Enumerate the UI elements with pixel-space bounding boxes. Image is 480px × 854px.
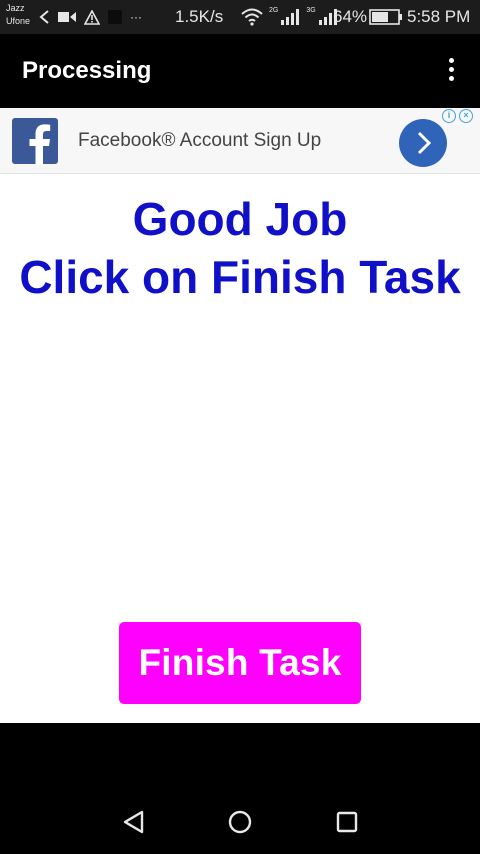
video-camera-icon [58,12,76,22]
ad-choices[interactable]: i × [442,109,473,123]
more-notifications-icon: ··· [130,10,142,24]
signal-icon [281,9,300,25]
more-vert-icon[interactable] [440,52,462,86]
headline-line-1: Good Job [132,193,348,245]
battery-icon [369,9,402,25]
notification-square-icon [108,10,122,24]
wifi-icon [241,8,263,26]
close-icon[interactable]: × [459,109,473,123]
home-circle-icon[interactable] [227,809,253,835]
status-right-icons: 2G 3G [240,6,339,28]
headline: Good Job Click on Finish Task [0,190,480,306]
battery-percent: 64% [333,7,368,26]
carrier-top: Jazz [6,3,25,13]
status-left-icons: ··· [38,8,142,26]
warning-icon [84,9,100,25]
status-bar: Jazz Ufone ··· 1.5K/s 2G 3G 64% 5:58 PM [0,0,480,34]
page-title: Processing [22,57,152,84]
recents-square-icon[interactable] [334,809,360,835]
navigation-bar [0,723,480,854]
menu-dot [448,75,454,81]
facebook-logo-icon [12,118,58,164]
carrier-names: Jazz Ufone [6,2,30,28]
headline-line-2: Click on Finish Task [19,251,461,303]
menu-dot [448,66,454,72]
carrier-bottom: Ufone [6,16,31,26]
clock: 5:58 PM [407,7,471,26]
network-type-label: 2G [269,6,279,14]
app-bar: Processing [0,34,480,108]
net-speed: 1.5K/s [175,7,224,26]
chevron-right-icon[interactable] [399,119,447,167]
back-triangle-icon[interactable] [121,809,147,835]
network-type-label: 3G [306,6,316,14]
menu-dot [448,57,454,63]
info-icon[interactable]: i [442,109,456,123]
ad-text: Facebook® Account Sign Up [78,130,322,151]
carrier-back-arrow-icon [39,10,49,24]
finish-task-button[interactable]: Finish Task [119,622,361,704]
